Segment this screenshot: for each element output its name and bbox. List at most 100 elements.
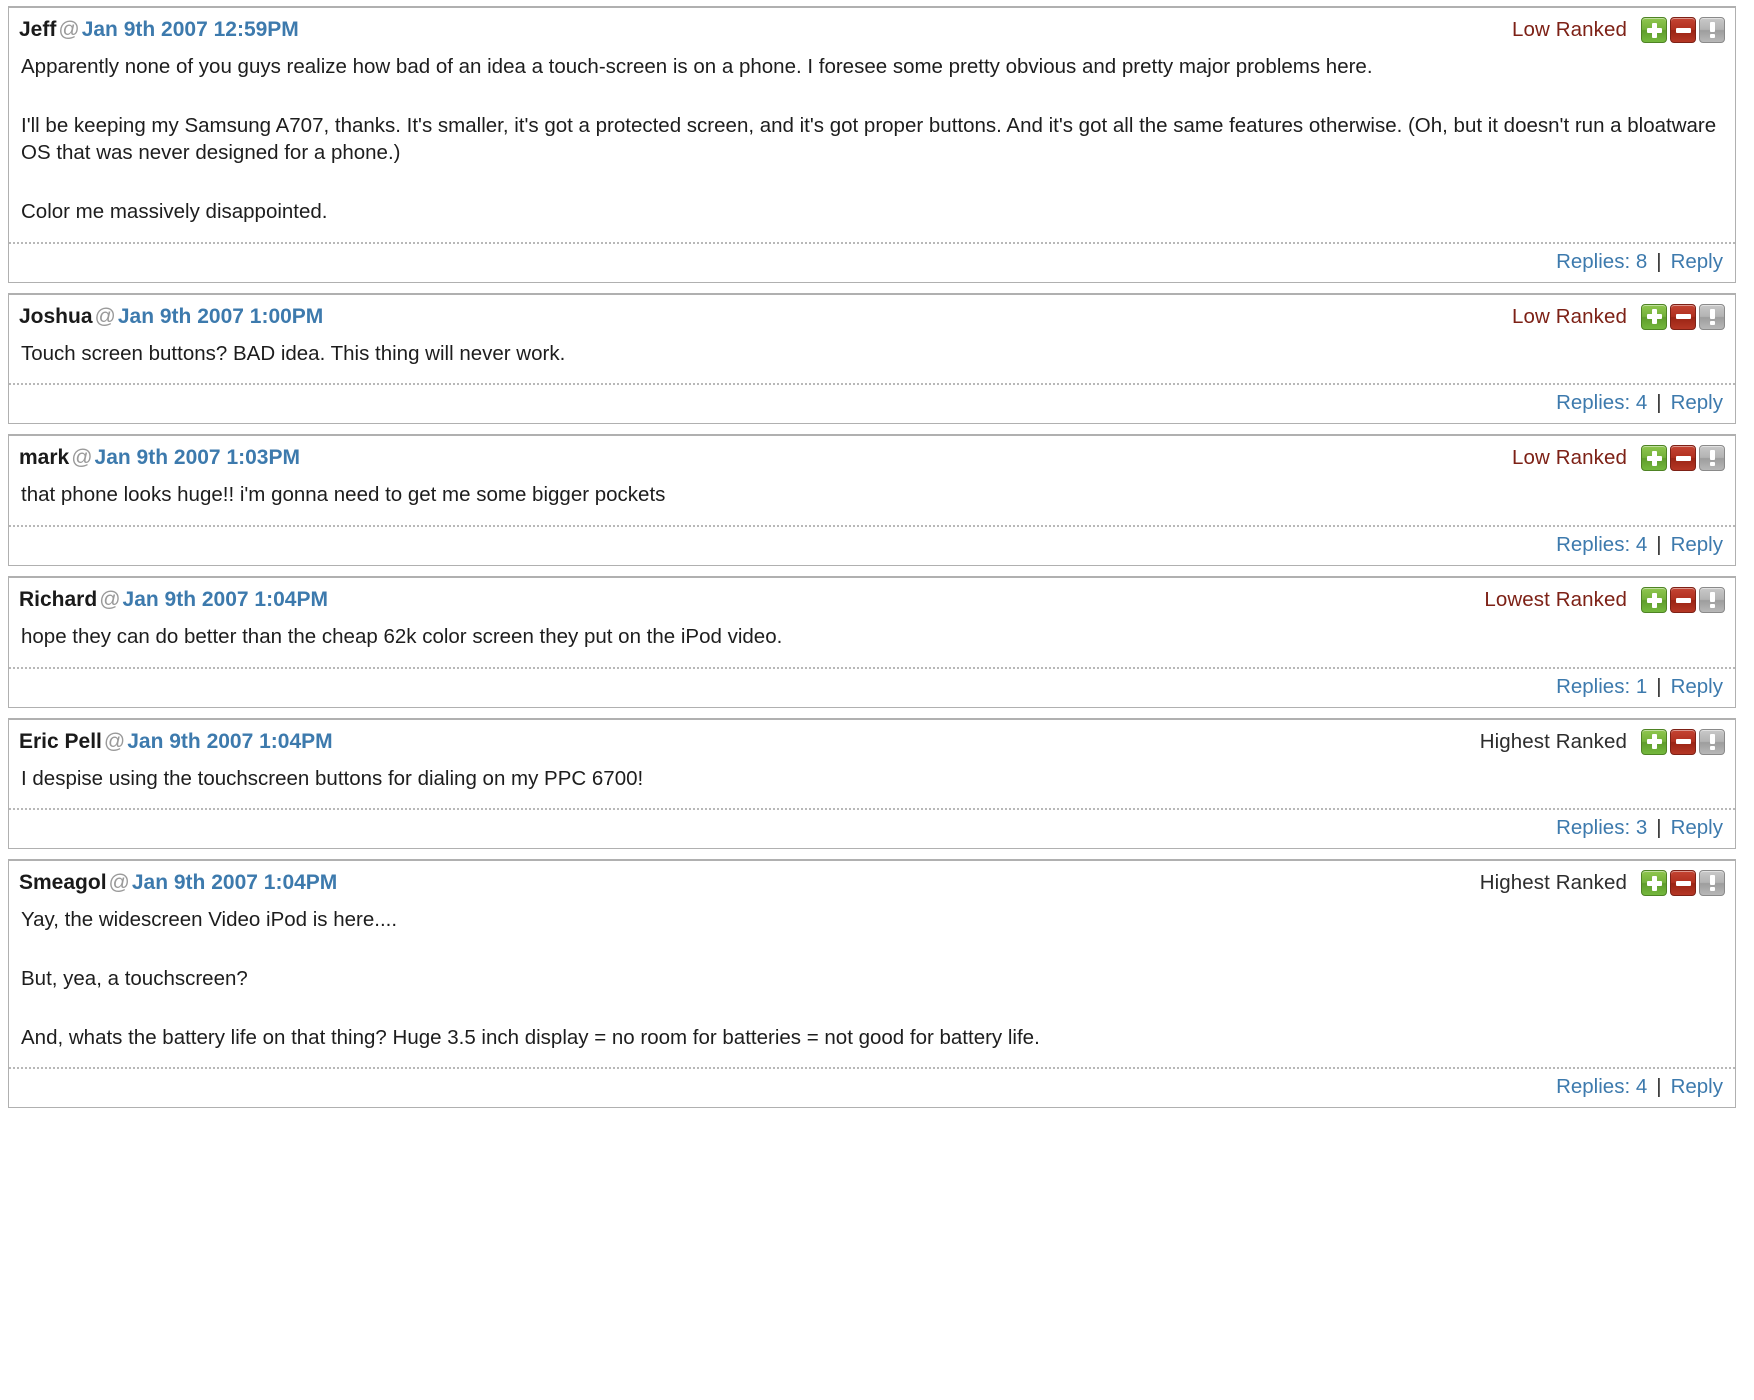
report-button[interactable]: [1699, 303, 1725, 330]
vote-down-button[interactable]: [1670, 303, 1696, 330]
footer-separator: |: [1656, 533, 1662, 557]
vote-down-button[interactable]: [1670, 728, 1696, 755]
comment-timestamp-link[interactable]: Jan 9th 2007 12:59PM: [82, 18, 299, 41]
minus-icon: [1671, 305, 1695, 329]
comment-footer: Replies: 4 | Reply: [9, 525, 1735, 565]
replies-link[interactable]: Replies: 4: [1556, 391, 1647, 414]
comment-card: Joshua@Jan 9th 2007 1:00PM Low Ranked Touc…: [8, 292, 1736, 425]
comment-footer: Replies: 4 | Reply: [9, 1067, 1735, 1107]
reply-link[interactable]: Reply: [1671, 250, 1723, 273]
plus-icon: [1642, 446, 1666, 470]
vote-buttons: [1641, 303, 1725, 330]
plus-icon: [1642, 871, 1666, 895]
rank-label: Low Ranked: [1512, 446, 1627, 470]
comment-card: Richard@Jan 9th 2007 1:04PM Lowest Ranked…: [8, 576, 1736, 708]
vote-buttons: [1641, 445, 1725, 472]
report-button[interactable]: [1699, 445, 1725, 472]
comment-card: Eric Pell@Jan 9th 2007 1:04PM Highest Ran…: [8, 717, 1736, 850]
replies-link[interactable]: Replies: 3: [1556, 816, 1647, 839]
at-symbol: @: [108, 871, 130, 895]
reply-link[interactable]: Reply: [1671, 1075, 1723, 1098]
reply-link[interactable]: Reply: [1671, 816, 1723, 839]
comment-author: Joshua: [19, 304, 93, 328]
comment-body: hope they can do better than the cheap 6…: [9, 619, 1735, 667]
comment-rank-controls: Low Ranked: [1512, 303, 1725, 330]
comment-timestamp-link[interactable]: Jan 9th 2007 1:04PM: [127, 730, 332, 753]
comment-timestamp-link[interactable]: Jan 9th 2007 1:00PM: [118, 305, 323, 328]
replies-link[interactable]: Replies: 4: [1556, 533, 1647, 556]
vote-up-button[interactable]: [1641, 728, 1667, 755]
report-button[interactable]: [1699, 728, 1725, 755]
comment-author: Jeff: [19, 17, 57, 41]
minus-icon: [1671, 730, 1695, 754]
comment-paragraph: Touch screen buttons? BAD idea. This thi…: [21, 341, 566, 365]
comment-header: Smeagol@Jan 9th 2007 1:04PM Highest Ranke…: [9, 861, 1735, 902]
rank-label: Low Ranked: [1512, 304, 1627, 328]
comment-paragraph: But, yea, a touchscreen?: [21, 967, 248, 991]
comment-timestamp-link[interactable]: Jan 9th 2007 1:04PM: [123, 588, 328, 611]
comment-body: that phone looks huge!! i'm gonna need t…: [9, 477, 1735, 525]
vote-up-button[interactable]: [1641, 303, 1667, 330]
comment-timestamp-link[interactable]: Jan 9th 2007 1:04PM: [132, 871, 337, 894]
rank-label: Highest Ranked: [1479, 871, 1627, 895]
replies-link[interactable]: Replies: 1: [1556, 675, 1647, 698]
footer-separator: |: [1656, 674, 1662, 698]
comment-footer: Replies: 4 | Reply: [9, 383, 1735, 423]
comment-byline: Jeff@Jan 9th 2007 12:59PM: [19, 18, 299, 42]
comment-paragraph: I despise using the touchscreen buttons …: [21, 766, 644, 790]
comment-header: mark@Jan 9th 2007 1:03PM Low Ranked: [9, 436, 1735, 477]
reply-link[interactable]: Reply: [1671, 533, 1723, 556]
vote-down-button[interactable]: [1670, 870, 1696, 897]
vote-down-button[interactable]: [1670, 587, 1696, 614]
comment-header: Eric Pell@Jan 9th 2007 1:04PM Highest Ran…: [9, 720, 1735, 761]
at-symbol: @: [103, 729, 126, 753]
comment-paragraph: hope they can do better than the cheap 6…: [21, 625, 783, 649]
replies-link[interactable]: Replies: 4: [1556, 1075, 1647, 1098]
rank-label: Highest Ranked: [1479, 729, 1627, 753]
comment-footer: Replies: 1 | Reply: [9, 666, 1735, 707]
comment-paragraph: Color me massively disappointed.: [21, 200, 328, 224]
comment-header: Jeff@Jan 9th 2007 12:59PM Low Ranked: [9, 8, 1735, 49]
vote-buttons: [1641, 587, 1725, 614]
rank-label: Lowest Ranked: [1484, 588, 1627, 612]
comment-card: mark@Jan 9th 2007 1:03PM Low Ranked that p…: [8, 434, 1736, 567]
vote-buttons: [1641, 17, 1725, 43]
comment-paragraph: And, whats the battery life on that thin…: [21, 1025, 1040, 1049]
comment-card: Smeagol@Jan 9th 2007 1:04PM Highest Ranke…: [8, 859, 1736, 1109]
comment-body: Touch screen buttons? BAD idea. This thi…: [9, 336, 1735, 384]
exclamation-icon: [1700, 730, 1724, 754]
footer-separator: |: [1656, 816, 1662, 840]
vote-down-button[interactable]: [1670, 445, 1696, 472]
comment-thread: Jeff@Jan 9th 2007 12:59PM Low Ranked Appar…: [0, 6, 1754, 1109]
comment-byline: Smeagol@Jan 9th 2007 1:04PM: [19, 871, 337, 895]
comment-body: Apparently none of you guys realize how …: [9, 49, 1735, 242]
minus-icon: [1671, 588, 1695, 612]
vote-up-button[interactable]: [1641, 587, 1667, 614]
footer-separator: |: [1656, 249, 1662, 273]
comment-timestamp-link[interactable]: Jan 9th 2007 1:03PM: [95, 446, 300, 469]
comment-paragraph: that phone looks huge!! i'm gonna need t…: [21, 483, 666, 507]
vote-up-button[interactable]: [1641, 445, 1667, 472]
vote-down-button[interactable]: [1670, 17, 1696, 43]
comment-paragraph: I'll be keeping my Samsung A707, thanks.…: [21, 113, 1717, 165]
replies-link[interactable]: Replies: 8: [1556, 250, 1647, 273]
comment-byline: mark@Jan 9th 2007 1:03PM: [19, 446, 300, 470]
report-button[interactable]: [1699, 587, 1725, 614]
plus-icon: [1642, 588, 1666, 612]
minus-icon: [1671, 871, 1695, 895]
minus-icon: [1671, 18, 1695, 42]
reply-link[interactable]: Reply: [1671, 675, 1723, 698]
exclamation-icon: [1700, 305, 1724, 329]
vote-up-button[interactable]: [1641, 870, 1667, 897]
reply-link[interactable]: Reply: [1671, 391, 1723, 414]
plus-icon: [1642, 730, 1666, 754]
comment-paragraph: Apparently none of you guys realize how …: [21, 55, 1373, 78]
report-button[interactable]: [1699, 17, 1725, 43]
comment-rank-controls: Low Ranked: [1512, 17, 1725, 43]
rank-label: Low Ranked: [1512, 18, 1627, 41]
exclamation-icon: [1700, 588, 1724, 612]
comment-author: Richard: [19, 587, 98, 611]
plus-icon: [1642, 18, 1666, 42]
report-button[interactable]: [1699, 870, 1725, 897]
vote-up-button[interactable]: [1641, 17, 1667, 43]
